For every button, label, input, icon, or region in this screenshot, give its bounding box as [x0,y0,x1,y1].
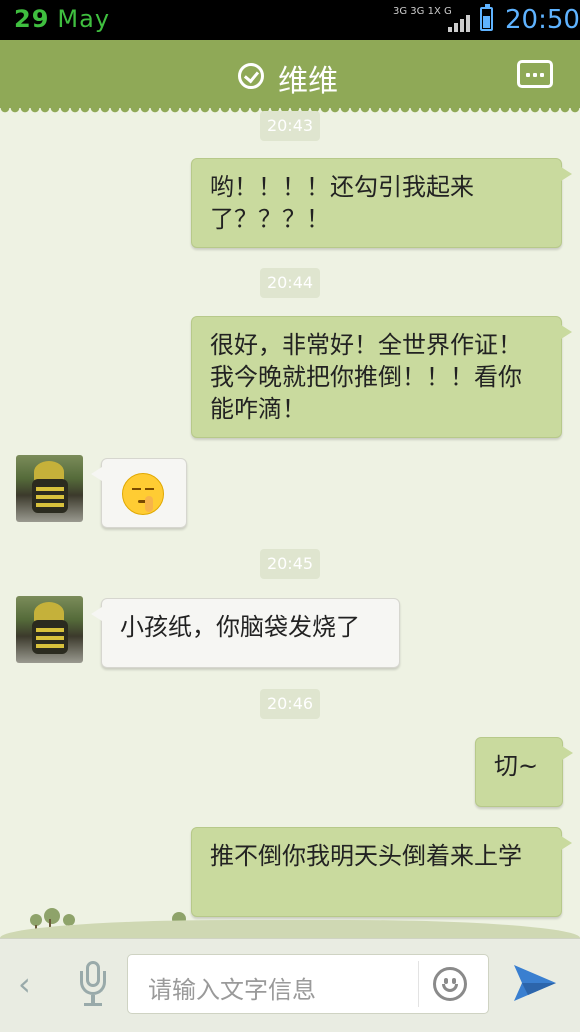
send-paper-plane-icon[interactable] [512,961,558,1003]
smiley-icon[interactable] [433,967,467,1001]
message-text: 哟！！！！还勾引我起来了？？？！ [210,173,474,233]
message-list[interactable]: 20:43 哟！！！！还勾引我起来了？？？！ 20:44 很好，非常好！全世界作… [0,108,580,938]
message-text: 推不倒你我明天头倒着来上学 [210,842,522,870]
message-bubble-outgoing[interactable]: 很好，非常好！全世界作证！我今晚就把你推倒！！！看你能咋滴！ [191,316,572,438]
contact-avatar[interactable] [16,596,83,663]
divider [418,961,419,1007]
status-date: 29 May [14,5,110,33]
network-indicator-icon: 3G 3G 1X G [393,6,452,17]
timestamp: 20:44 [260,268,320,298]
status-bar: 29 May 3G 3G 1X G 20:50 [0,0,580,40]
check-circle-icon [238,63,264,89]
message-text: 切~ [494,752,539,780]
timestamp: 20:45 [260,549,320,579]
message-bubble-outgoing[interactable]: 切~ [475,737,573,807]
microphone-icon[interactable] [80,961,106,1011]
message-bubble-outgoing[interactable]: 哟！！！！还勾引我起来了？？？！ [191,158,572,248]
status-time: 20:50 [505,5,580,35]
chevron-left-icon[interactable]: ‹ [18,965,31,1003]
contact-name-title[interactable]: 维维 [278,56,338,100]
timestamp: 20:43 [260,111,320,141]
timestamp: 20:46 [260,689,320,719]
signal-strength-icon [448,12,470,32]
message-text: 很好，非常好！全世界作证！我今晚就把你推倒！！！看你能咋滴！ [210,331,522,423]
input-bar: ‹ 请输入文字信息 [0,938,580,1032]
contact-avatar[interactable] [16,455,83,522]
more-dots-icon[interactable] [517,60,553,88]
message-text: 小孩纸，你脑袋发烧了 [120,613,360,641]
message-bubble-incoming[interactable] [91,458,187,528]
landscape-decoration [0,890,580,938]
battery-icon [480,4,493,31]
status-date-month: May [57,5,111,33]
message-bubble-incoming[interactable]: 小孩纸，你脑袋发烧了 [91,598,400,668]
chat-header: 维维 [0,40,580,114]
status-date-day: 29 [14,5,50,33]
shush-face-emoji [122,473,164,515]
